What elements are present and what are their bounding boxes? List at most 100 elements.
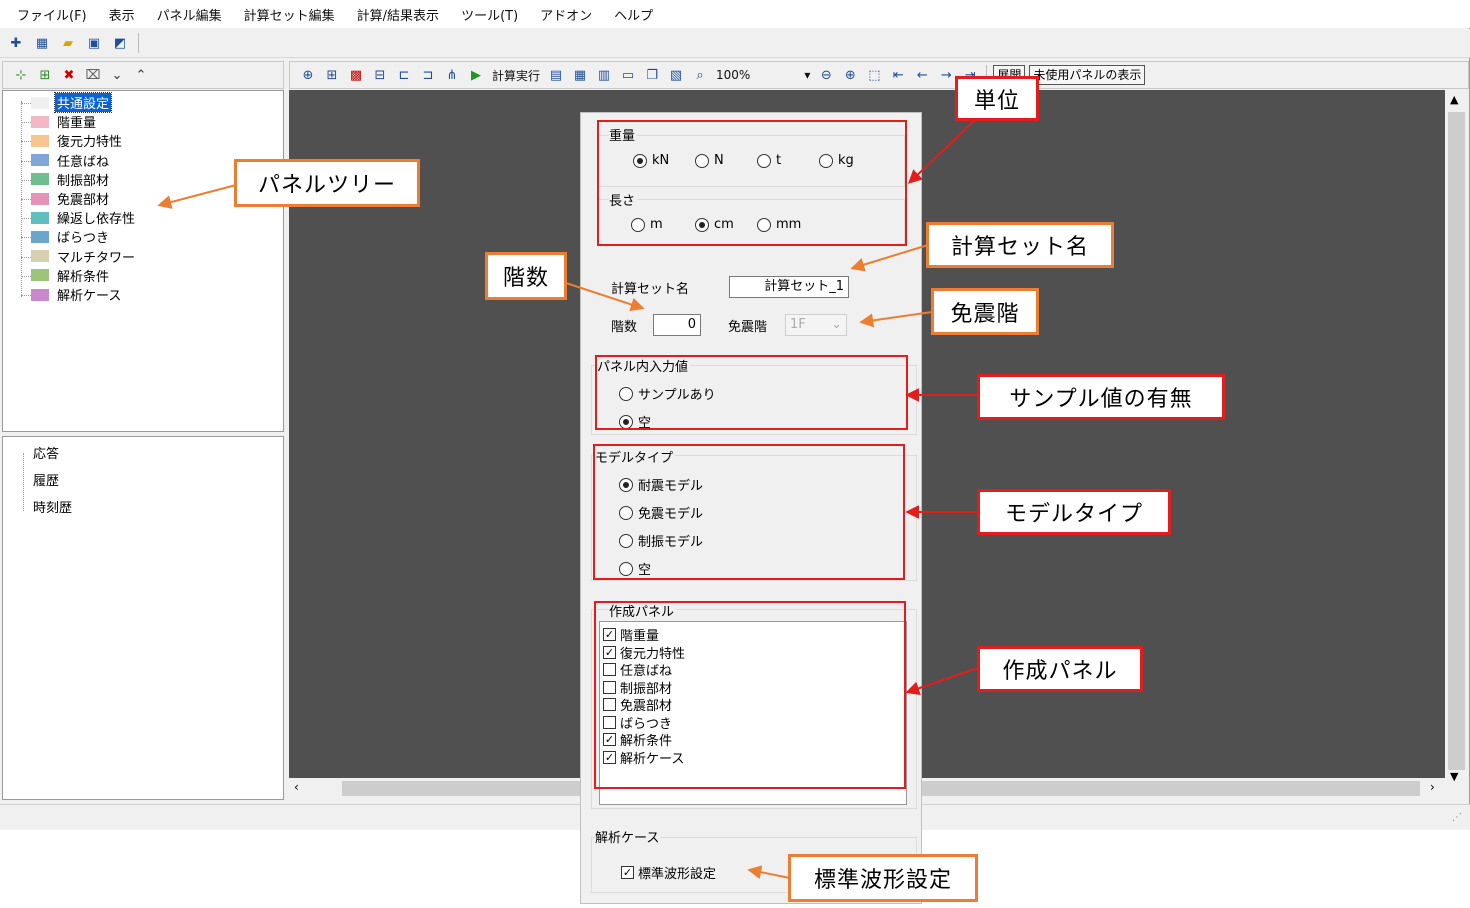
zoom-dropdown-icon[interactable]: ▾ (802, 68, 812, 82)
menu-tools[interactable]: ツール(T) (450, 5, 529, 24)
delete-all-icon[interactable]: ⌧ (83, 66, 103, 84)
chevron-down-icon[interactable]: ⌄ (107, 66, 127, 84)
save-icon[interactable]: ▣ (84, 34, 104, 52)
tree-connector (21, 275, 31, 277)
tree-connector (21, 199, 31, 200)
play-icon[interactable]: ▶ (466, 66, 486, 84)
add-panel-alt-icon[interactable]: ⊞ (322, 66, 342, 84)
delete-panel-icon[interactable]: ▩ (346, 66, 366, 84)
menu-panel-edit[interactable]: パネル編集 (146, 5, 233, 24)
tree-connector (23, 453, 24, 511)
show-unused-panels-button[interactable]: 未使用パネルの表示 (1029, 65, 1146, 85)
window-icon[interactable]: ▭ (618, 66, 638, 84)
tree-item[interactable]: 共通設定 (31, 92, 113, 113)
result-item-time-history[interactable]: 時刻歴 (33, 497, 72, 516)
callout-calcset-name: 計算セット名 (926, 222, 1114, 268)
tree-connector (21, 141, 31, 143)
panel-color-icon (31, 288, 49, 301)
first-icon[interactable]: ⇤ (888, 66, 908, 84)
std-wave-label: 標準波形設定 (638, 867, 717, 882)
menu-file[interactable]: ファイル(F) (6, 5, 98, 24)
panel-color-icon (31, 250, 49, 263)
result-tree: 応答 履歴 時刻歴 (2, 436, 284, 800)
copy-icon[interactable]: ❐ (642, 66, 662, 84)
panel-color-icon (31, 269, 49, 282)
tree-item[interactable]: 繰返し依存性 (31, 208, 137, 227)
panel-color-icon (31, 115, 49, 128)
grid-icon[interactable]: ▦ (570, 66, 590, 84)
panel-color-icon (31, 96, 49, 109)
zoom-in-icon[interactable]: ⊕ (840, 66, 860, 84)
new-file-icon[interactable]: ✚ (6, 34, 26, 52)
align-right-icon[interactable]: ⊐ (418, 66, 438, 84)
fit-zoom-icon[interactable]: ⌕ (690, 66, 710, 84)
panel-tree: 共通設定 階重量 復元力特性任意ばね 制振部材 免震部材繰返し依存性 ばらつき マルチタワー… (2, 90, 284, 432)
scroll-up-icon[interactable]: ▲ (1450, 93, 1458, 106)
panel-color-icon (31, 192, 49, 205)
tree-connector (21, 256, 31, 258)
zoom-select[interactable]: 100% (714, 68, 752, 82)
model-type-highlight (593, 444, 905, 580)
tree-item[interactable]: 解析ケース (31, 285, 123, 304)
tree-item[interactable]: 免震部材 (31, 189, 111, 208)
iso-floor-label: 免震階 (728, 320, 768, 335)
forward-icon[interactable]: → (936, 66, 956, 84)
menu-view[interactable]: 表示 (98, 5, 146, 24)
table-icon[interactable]: ▤ (546, 66, 566, 84)
tree-item[interactable]: 解析条件 (31, 266, 111, 285)
main-toolbar: ✚ ▦ ▰ ▣ ◩ (0, 29, 1470, 58)
tree-item[interactable]: ばらつき (31, 227, 111, 246)
zoom-out-icon[interactable]: ⊖ (816, 66, 836, 84)
vertical-scroll-thumb[interactable] (1448, 112, 1465, 770)
menu-calcset-edit[interactable]: 計算セット編集 (233, 5, 346, 24)
tree-connector (21, 179, 31, 181)
scroll-right-icon[interactable]: › (1430, 780, 1435, 794)
scroll-left-icon[interactable]: ‹ (294, 780, 299, 794)
callout-sample: サンプル値の有無 (977, 374, 1225, 420)
tree-connector (21, 237, 31, 239)
align-left-icon[interactable]: ⊏ (394, 66, 414, 84)
frame-icon[interactable]: ⬚ (864, 66, 884, 84)
std-wave-checkbox[interactable]: ✓ 標準波形設定 (621, 863, 716, 882)
tree-connector (21, 218, 31, 220)
canvas-toolbar: ⊕ ⊞ ▩ ⊟ ⊏ ⊐ ⋔ ▶ 計算実行 ▤ ▦ ▥ ▭ ❐ ▧ ⌕ 100% … (289, 61, 1469, 89)
save-as-icon[interactable]: ◩ (110, 34, 130, 52)
add-panel-icon[interactable]: ⊕ (298, 66, 318, 84)
tree-item-label: 繰返し依存性 (57, 212, 136, 228)
panel-color-icon (31, 230, 49, 243)
tree-item[interactable]: 任意ばね (31, 151, 111, 170)
floors-input[interactable]: 0 (653, 314, 701, 336)
grid-icon[interactable]: ▦ (32, 34, 52, 52)
resize-grip-icon[interactable]: ⋰ (1452, 812, 1462, 823)
scroll-down-icon[interactable]: ▼ (1450, 770, 1458, 783)
tree-item-label: 解析条件 (57, 269, 110, 285)
tree-item[interactable]: 階重量 (31, 112, 98, 131)
delete-node-icon[interactable]: ✖ (59, 66, 79, 84)
result-item-response[interactable]: 応答 (33, 443, 59, 462)
open-folder-icon[interactable]: ▰ (58, 34, 78, 52)
iso-floor-select[interactable]: 1F ⌄ (785, 314, 847, 336)
tree-item[interactable]: 制振部材 (31, 170, 111, 189)
toolbar-separator (138, 33, 139, 53)
back-icon[interactable]: ← (912, 66, 932, 84)
add-node-icon[interactable]: ⊹ (11, 66, 31, 84)
tree-item-label: 任意ばね (57, 154, 110, 170)
add-child-icon[interactable]: ⊞ (35, 66, 55, 84)
menu-addon[interactable]: アドオン (529, 5, 603, 24)
panel-color-icon (31, 211, 49, 224)
tree-item[interactable]: 復元力特性 (31, 131, 124, 150)
table-alt-icon[interactable]: ▥ (594, 66, 614, 84)
chevron-up-icon[interactable]: ⌃ (131, 66, 151, 84)
panel-settings-icon[interactable]: ⊟ (370, 66, 390, 84)
chart-icon[interactable]: ▧ (666, 66, 686, 84)
menu-calc-results[interactable]: 計算/結果表示 (346, 5, 450, 24)
panel-color-icon (31, 173, 49, 186)
tree-connector (21, 122, 31, 124)
check-icon: ✓ (621, 866, 634, 879)
result-item-history[interactable]: 履歴 (33, 470, 59, 489)
calcset-name-input[interactable]: 計算セット_1 (729, 276, 849, 298)
run-calc-button[interactable]: 計算実行 (490, 67, 542, 84)
flow-icon[interactable]: ⋔ (442, 66, 462, 84)
tree-item[interactable]: マルチタワー (31, 247, 137, 266)
menu-help[interactable]: ヘルプ (603, 5, 664, 24)
